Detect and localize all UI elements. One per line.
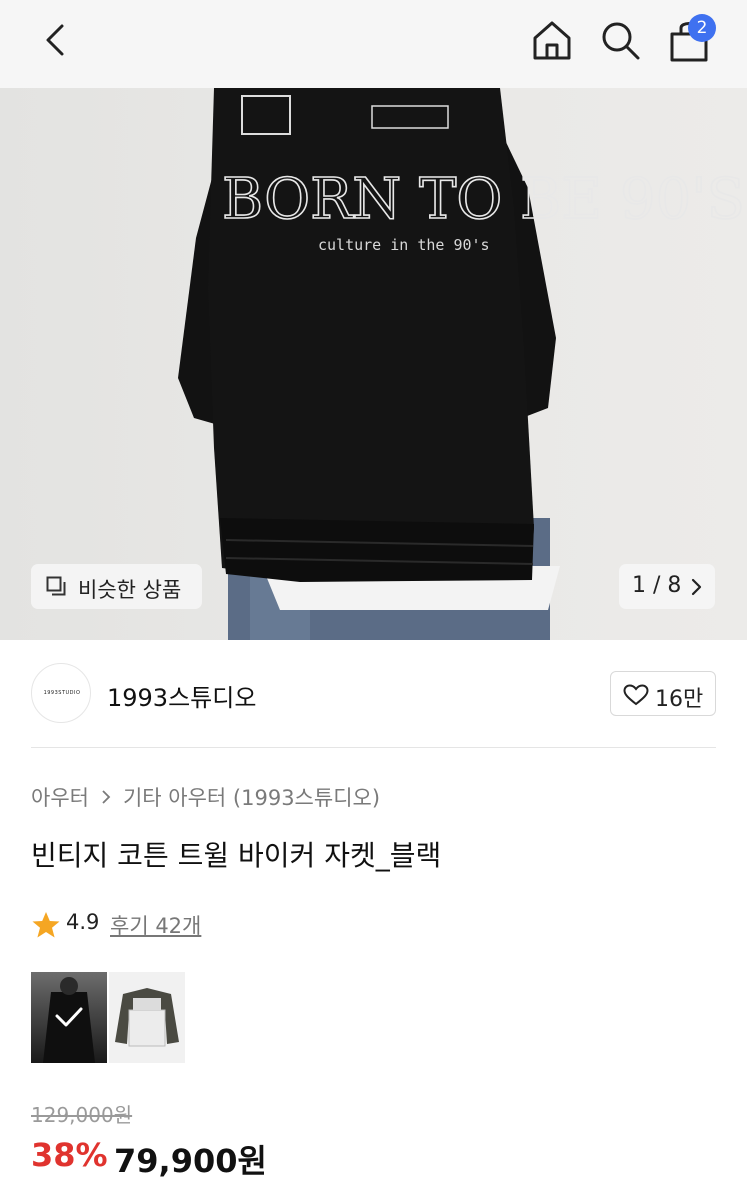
brand-like-count: 16만 [655, 687, 704, 712]
discount-rate: 38% [31, 1136, 108, 1174]
selected-check-icon [55, 1007, 83, 1027]
cart-count-badge: 2 [688, 14, 716, 42]
similar-products-label: 비슷한 상품 [78, 578, 182, 602]
review-count-link[interactable]: 후기 42개 [110, 910, 201, 940]
heart-icon [623, 684, 649, 706]
similar-products-icon [46, 576, 66, 596]
section-divider [31, 747, 716, 748]
breadcrumb-category[interactable]: 아우터 [31, 782, 89, 812]
original-price: 129,000원 [31, 1103, 133, 1127]
rating-score: 4.9 [66, 910, 100, 934]
print-line1: BORN TO BE 90'S [222, 167, 745, 232]
breadcrumb-chevron-icon [102, 790, 111, 804]
search-icon[interactable] [596, 16, 644, 64]
star-icon [32, 912, 60, 938]
image-pager-count: 1 / 8 [632, 573, 682, 598]
breadcrumb-subcategory[interactable]: 기타 아우터 (1993스튜디오) [123, 782, 380, 812]
brand-like-button[interactable]: 16만 [610, 671, 716, 716]
swatch-white-photo [115, 988, 179, 1047]
home-icon[interactable] [528, 16, 576, 64]
sale-price: 79,900원 [114, 1142, 267, 1180]
image-pager-button[interactable]: 1 / 8 [619, 564, 715, 609]
chevron-right-icon [691, 578, 702, 596]
brand-logo[interactable]: 1993STUDIO [31, 663, 91, 723]
product-photo: BORN TO BE 90'S culture in the 90's [178, 88, 746, 640]
similar-products-button[interactable]: 비슷한 상품 [31, 564, 202, 609]
top-nav-bar: 2 [0, 0, 747, 88]
print-line2: culture in the 90's [318, 236, 490, 254]
color-swatch-black-selected[interactable] [31, 972, 107, 1063]
brand-name-link[interactable]: 1993스튜디오 [107, 678, 256, 713]
product-title: 빈티지 코튼 트윌 바이커 자켓_블랙 [31, 839, 442, 872]
brand-logo-text: 1993STUDIO [43, 690, 81, 696]
color-swatch-white[interactable] [109, 972, 185, 1063]
breadcrumb: 아우터 기타 아우터 (1993스튜디오) [31, 782, 380, 812]
back-chevron-icon[interactable] [36, 20, 76, 60]
product-image-carousel[interactable]: BORN TO BE 90'S culture in the 90's 비슷한 … [0, 88, 747, 640]
